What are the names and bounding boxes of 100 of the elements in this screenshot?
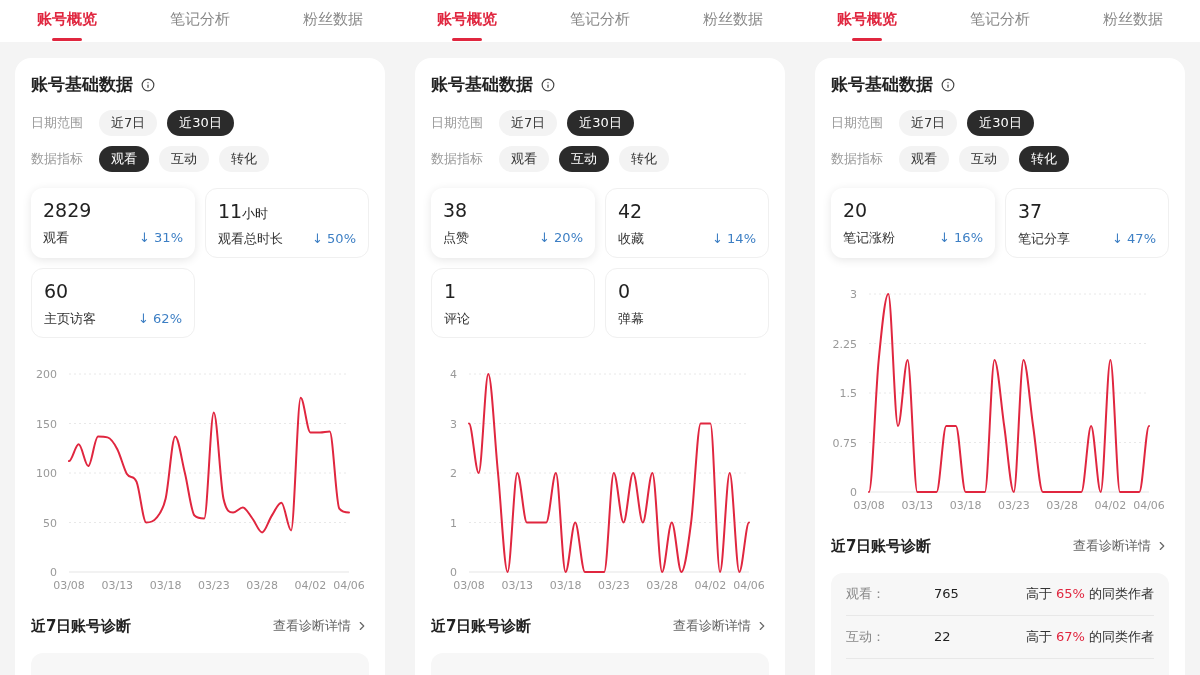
change-value: ↓ 47% <box>1112 230 1156 248</box>
axis-label: 1.5 <box>839 386 857 400</box>
filter-label: 日期范围 <box>31 113 84 132</box>
axis-label: 04/02 <box>694 578 727 592</box>
filter-chip[interactable]: 转化 <box>219 145 269 172</box>
metric-card[interactable]: 37 笔记分享 ↓ 47% <box>1005 187 1169 258</box>
tab[interactable]: 账号概览 <box>800 0 934 42</box>
axis-label: 50 <box>43 516 57 529</box>
filter-label: 数据指标 <box>831 149 884 168</box>
metric-card[interactable]: 20 笔记涨粉 ↓ 16% <box>831 187 995 258</box>
axis-label: 3 <box>850 287 857 301</box>
details-link[interactable]: 查看诊断详情 <box>273 616 369 636</box>
filter-chip[interactable]: 近7日 <box>899 109 958 136</box>
axis-label: 03/23 <box>998 498 1030 512</box>
filter-chip[interactable]: 观看 <box>499 145 549 172</box>
axis-label: 03/18 <box>149 578 182 592</box>
section-title: 账号基础数据 <box>31 73 133 96</box>
tab[interactable]: 笔记分析 <box>533 0 667 42</box>
axis-label: 03/08 <box>853 498 885 512</box>
metric-label: 评论 <box>444 310 470 328</box>
row-value: 765 <box>934 585 959 604</box>
axis-label: 03/23 <box>598 578 630 592</box>
filter-chip[interactable]: 近30日 <box>967 109 1034 136</box>
metric-label: 笔记涨粉 <box>843 229 895 247</box>
axis-label: 03/13 <box>501 578 534 592</box>
change-value: ↓ 14% <box>712 230 756 248</box>
axis-label: 03/28 <box>246 578 278 592</box>
filter-chip[interactable]: 近7日 <box>499 109 558 136</box>
filter-label: 日期范围 <box>431 113 484 132</box>
metric-value: 20 <box>843 197 868 223</box>
tab[interactable]: 笔记分析 <box>933 0 1067 42</box>
details-link[interactable]: 查看诊断详情 <box>673 616 769 636</box>
metric-unit: 小时 <box>242 205 269 223</box>
section-title: 近7日账号诊断 <box>431 615 532 637</box>
metric-value: 42 <box>618 198 643 224</box>
metric-card[interactable]: 60 主页访客 ↓ 62% <box>31 267 195 338</box>
filter-chip[interactable]: 转化 <box>619 145 669 172</box>
metric-card[interactable]: 38 点赞 ↓ 20% <box>431 187 595 258</box>
info-icon[interactable] <box>541 77 555 92</box>
filter-chip[interactable]: 观看 <box>99 145 149 172</box>
tab[interactable]: 笔记分析 <box>133 0 267 42</box>
filter-chip[interactable]: 互动 <box>959 145 1009 172</box>
metric-card[interactable]: 0 弹幕 <box>605 267 769 338</box>
section-title: 近7日账号诊断 <box>831 535 932 557</box>
metric-value: 2829 <box>43 197 92 223</box>
axis-label: 03/23 <box>198 578 230 592</box>
tab[interactable]: 粉丝数据 <box>1066 0 1200 42</box>
section-title: 近7日账号诊断 <box>31 615 132 637</box>
axis-label: 03/13 <box>101 578 134 592</box>
axis-label: 04/02 <box>1094 498 1127 512</box>
tab[interactable]: 账号概览 <box>400 0 534 42</box>
tab[interactable]: 粉丝数据 <box>666 0 800 42</box>
axis-label: 03/08 <box>453 578 485 592</box>
metric-value: 37 <box>1018 198 1043 224</box>
change-value: ↓ 50% <box>312 230 356 248</box>
metric-label: 观看总时长 <box>218 230 283 248</box>
metric-label: 收藏 <box>618 230 644 248</box>
info-icon[interactable] <box>141 77 155 92</box>
filter-chip[interactable]: 近30日 <box>567 109 634 136</box>
filter-chip[interactable]: 互动 <box>559 145 609 172</box>
metric-value: 11 <box>218 198 243 224</box>
axis-label: 200 <box>36 367 57 381</box>
metric-value: 60 <box>44 278 69 304</box>
axis-label: 2.25 <box>832 337 857 350</box>
axis-label: 03/18 <box>549 578 582 592</box>
info-icon[interactable] <box>941 77 955 92</box>
axis-label: 04/06 <box>733 578 765 592</box>
filter-label: 数据指标 <box>31 149 84 168</box>
axis-label: 03/08 <box>53 578 85 592</box>
tab[interactable]: 账号概览 <box>0 0 134 42</box>
change-value: ↓ 31% <box>139 229 183 247</box>
metric-card[interactable]: 1 评论 <box>431 267 595 338</box>
metric-label: 弹幕 <box>618 310 644 328</box>
filter-chip[interactable]: 互动 <box>159 145 209 172</box>
metric-card[interactable]: 2829 观看 ↓ 31% <box>31 187 195 258</box>
filter-chip[interactable]: 观看 <box>899 145 949 172</box>
metric-label: 笔记分享 <box>1018 230 1070 248</box>
metric-card[interactable]: 42 收藏 ↓ 14% <box>605 187 769 258</box>
row-label: 观看： <box>846 585 886 604</box>
section-title: 账号基础数据 <box>831 73 933 96</box>
change-value: ↓ 16% <box>939 229 983 247</box>
axis-label: 3 <box>450 417 457 430</box>
metric-label: 点赞 <box>443 229 469 247</box>
axis-label: 03/13 <box>901 498 934 512</box>
filter-chip[interactable]: 转化 <box>1019 145 1069 172</box>
axis-label: 03/28 <box>646 578 678 592</box>
tab[interactable]: 粉丝数据 <box>266 0 400 42</box>
filter-chip[interactable]: 近30日 <box>167 109 234 136</box>
details-link[interactable]: 查看诊断详情 <box>1073 536 1169 556</box>
filter-label: 日期范围 <box>831 113 884 132</box>
axis-label: 4 <box>450 367 457 381</box>
axis-label: 04/06 <box>1133 498 1165 512</box>
filter-chip[interactable]: 近7日 <box>99 109 158 136</box>
metric-card[interactable]: 11小时 观看总时长 ↓ 50% <box>205 187 369 258</box>
axis-label: 03/28 <box>1046 498 1078 512</box>
row-label: 互动： <box>846 628 886 647</box>
axis-label: 100 <box>36 466 57 480</box>
metric-value: 0 <box>618 278 631 304</box>
metric-value: 38 <box>443 197 468 223</box>
axis-label: 04/06 <box>333 578 365 592</box>
